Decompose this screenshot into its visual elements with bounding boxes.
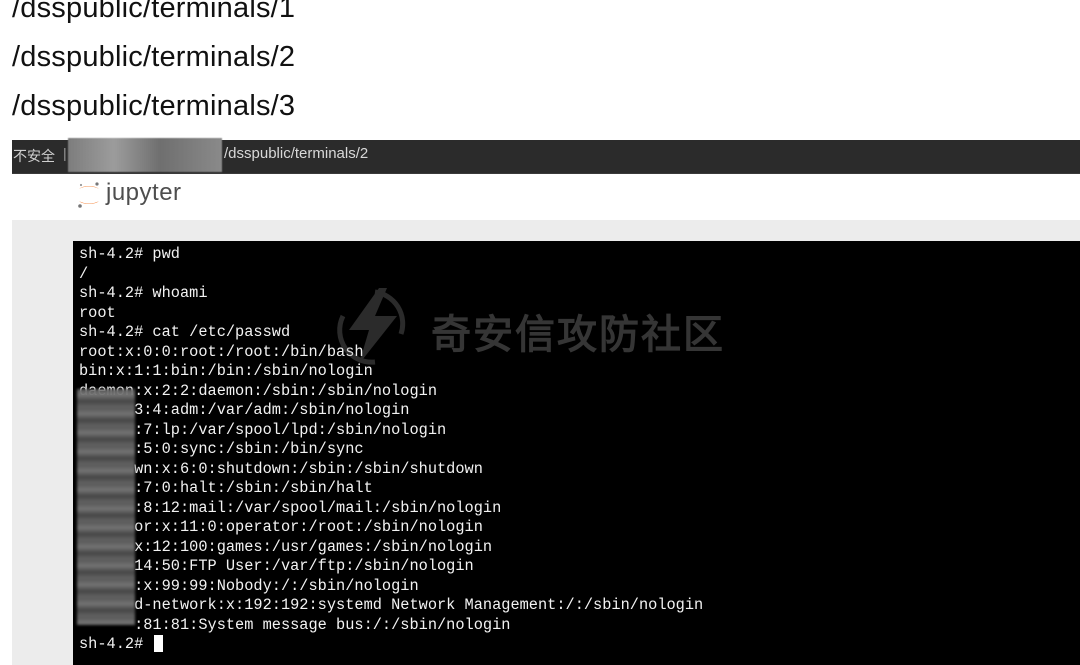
terminal-line: :5:0:sync:/sbin:/bin/sync — [79, 440, 364, 458]
terminal-line: sh-4.2# cat /etc/passwd — [79, 323, 291, 341]
terminal-line: :7:lp:/var/spool/lpd:/sbin/nologin — [79, 420, 447, 439]
jupyter-header: jupyter — [12, 174, 1080, 220]
terminal-output: sh-4.2# pwd / sh-4.2# whoami root sh-4.2… — [79, 245, 703, 655]
path-line-1: /dsspublic/terminals/1 — [12, 0, 296, 24]
terminal-line: root — [79, 303, 116, 322]
redacted-usernames — [77, 389, 135, 625]
jupyter-brand-text[interactable]: jupyter — [106, 179, 182, 207]
address-separator: | — [63, 145, 67, 161]
terminal-line: daemon:x:2:2:daemon:/sbin:/sbin/nologin — [79, 381, 438, 400]
browser-address-bar[interactable]: 不安全 | /dsspublic/terminals/2 — [12, 138, 1080, 174]
redacted-host — [68, 138, 222, 172]
terminal-line: or:x:11:0:operator:/root:/sbin/nologin — [79, 518, 483, 536]
terminal-line: sh-4.2# pwd — [79, 245, 180, 263]
terminal-line: :x:99:99:Nobody:/:/sbin/nologin — [79, 576, 419, 595]
terminal-line: d-network:x:192:192:systemd Network Mana… — [79, 596, 704, 614]
terminal-line: :7:0:halt:/sbin:/sbin/halt — [79, 479, 373, 497]
jupyter-logo-icon[interactable] — [76, 180, 102, 210]
terminal-line: sh-4.2# whoami — [79, 284, 208, 302]
terminal-prompt: sh-4.2# — [79, 635, 153, 653]
terminal-cursor — [154, 635, 164, 653]
security-warning-label[interactable]: 不安全 — [13, 146, 55, 166]
path-line-2: /dsspublic/terminals/2 — [12, 41, 296, 73]
terminal-line: bin:x:1:1:bin:/bin:/sbin/nologin — [79, 362, 373, 380]
terminal-window[interactable]: sh-4.2# pwd / sh-4.2# whoami root sh-4.2… — [73, 241, 1080, 665]
terminal-line: :8:12:mail:/var/spool/mail:/sbin/nologin — [79, 498, 502, 517]
terminal-line: / — [79, 264, 89, 283]
terminal-line: 14:50:FTP User:/var/ftp:/sbin/nologin — [79, 557, 474, 575]
terminal-line: x:12:100:games:/usr/games:/sbin/nologin — [79, 537, 493, 556]
terminal-prompt-line[interactable]: sh-4.2# — [79, 635, 703, 655]
terminal-line: :81:81:System message bus:/:/sbin/nologi… — [79, 615, 511, 634]
path-line-3: /dsspublic/terminals/3 — [12, 90, 296, 122]
url-path-text[interactable]: /dsspublic/terminals/2 — [224, 145, 368, 162]
terminal-line: 3:4:adm:/var/adm:/sbin/nologin — [79, 401, 410, 419]
terminal-line: root:x:0:0:root:/root:/bin/bash — [79, 342, 364, 361]
terminal-line: wn:x:6:0:shutdown:/sbin:/sbin/shutdown — [79, 459, 483, 478]
